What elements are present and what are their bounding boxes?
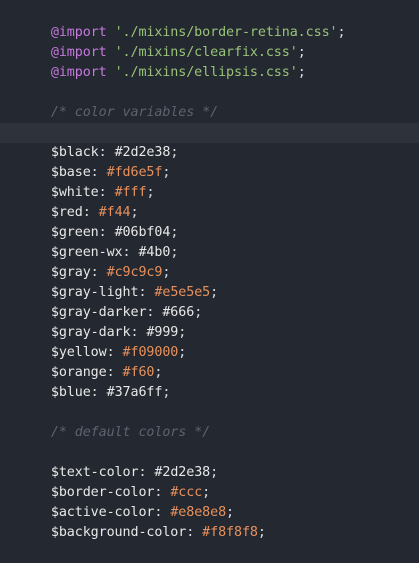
variable-line: $green-wx: #4b0;	[0, 223, 419, 260]
variable-line: $gray: #c9c9c9;	[0, 243, 419, 280]
import-path: './mixins/ellipsis.css'	[114, 65, 298, 80]
comment-default-colors: /* default colors */	[50, 425, 211, 440]
code-editor[interactable]: @import './mixins/border-retina.css'; @i…	[0, 0, 419, 540]
variable-line: $border-color: #ccc;	[0, 463, 419, 500]
semicolon: ;	[297, 65, 306, 80]
comment-line: /* default colors */	[0, 403, 419, 440]
variable-line: $background-color: #f8f8f8;	[0, 503, 419, 540]
variable-line: $yellow: #f09000;	[0, 323, 419, 360]
variable-line: $red: #f44;	[0, 183, 419, 220]
variable-line: $gray-darker: #666;	[0, 283, 419, 320]
variable-line: $green: #06bf04;	[0, 203, 419, 240]
import-line: @import './mixins/clearfix.css';	[0, 23, 419, 60]
import-keyword: @import	[50, 65, 107, 80]
variable-line: $white: #fff;	[0, 163, 419, 200]
variable-line: $gray-light: #e5e5e5;	[0, 263, 419, 300]
comment-line: /* color variables */	[0, 83, 419, 120]
import-line: @import './mixins/border-retina.css';	[0, 3, 419, 40]
variable-line: $text-color: #2d2e38;	[0, 443, 419, 480]
variable-line: $orange: #f60;	[0, 343, 419, 380]
semicolon: ;	[162, 385, 171, 400]
import-line: @import './mixins/ellipsis.css';	[0, 43, 419, 80]
comment-color-variables: /* color variables */	[50, 105, 219, 120]
variable-line: $base: #fd6e5f;	[0, 143, 419, 180]
variable-line: $blue: #37a6ff;	[0, 363, 419, 400]
variable-line: $active-color: #e8e8e8;	[0, 483, 419, 520]
colon: :	[90, 385, 99, 400]
variable-value: #37a6ff	[106, 385, 163, 400]
variable-line: $gray-dark: #999;	[0, 303, 419, 340]
variable-name: $blue	[50, 385, 91, 400]
variable-line-active: $black: #2d2e38;	[0, 123, 419, 160]
